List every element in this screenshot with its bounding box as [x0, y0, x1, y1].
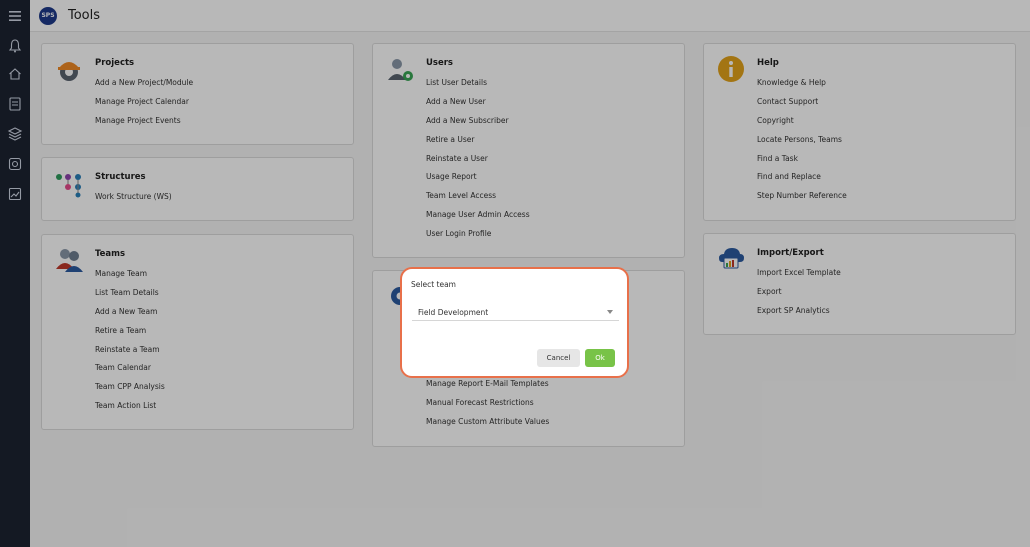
ok-button[interactable]: Ok [585, 349, 615, 367]
cancel-button[interactable]: Cancel [537, 349, 580, 367]
team-select-value: Field Development [418, 308, 489, 317]
chevron-down-icon [607, 310, 613, 314]
team-select[interactable]: Field Development [412, 302, 619, 321]
select-team-dialog: Select team Field Development Cancel Ok [400, 267, 629, 378]
dialog-label: Select team [411, 280, 456, 289]
